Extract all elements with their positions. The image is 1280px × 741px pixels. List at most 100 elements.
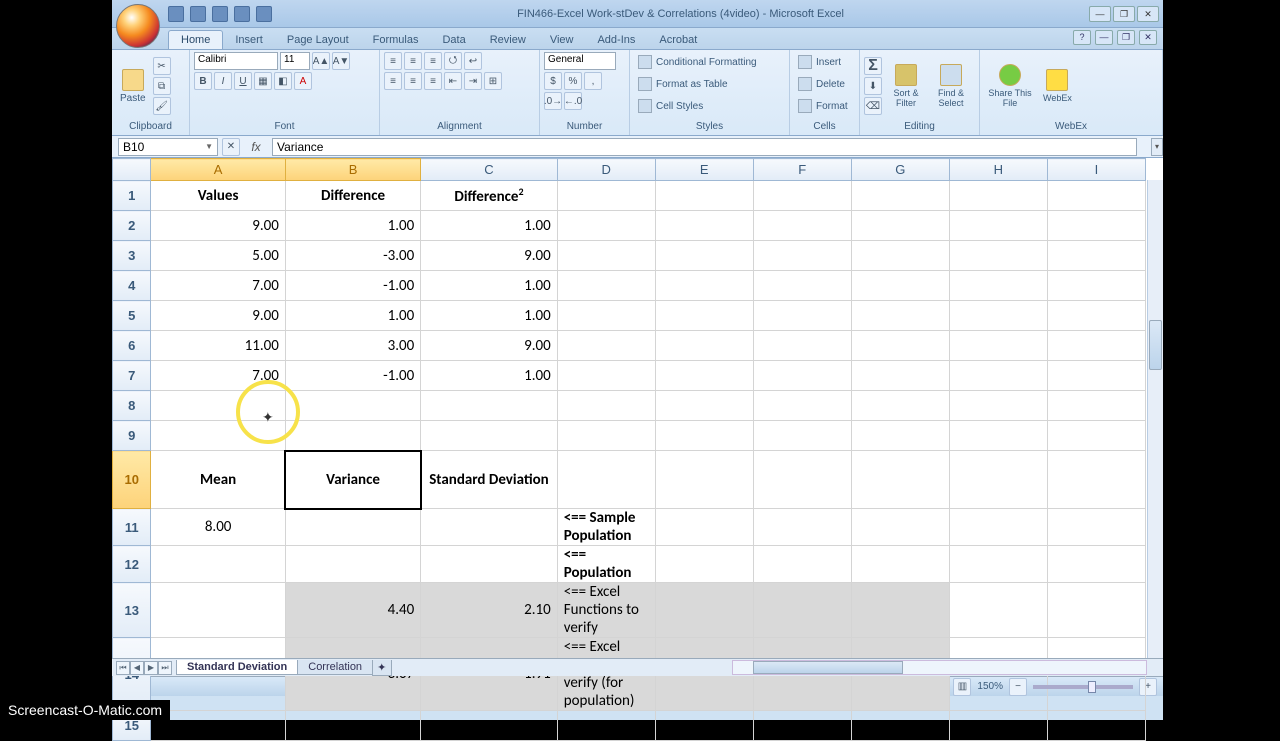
cell-C15[interactable] — [421, 711, 557, 741]
row-header-2[interactable]: 2 — [113, 211, 151, 241]
cell-H6[interactable] — [949, 331, 1047, 361]
grow-font-icon[interactable]: A▲ — [312, 52, 330, 70]
row-header-7[interactable]: 7 — [113, 361, 151, 391]
cell-G8[interactable] — [851, 391, 949, 421]
cell-H8[interactable] — [949, 391, 1047, 421]
cell-D8[interactable] — [557, 391, 655, 421]
delete-cells-button[interactable]: Delete — [794, 74, 849, 94]
save-icon[interactable] — [168, 6, 184, 22]
font-size-select[interactable]: 11 — [280, 52, 310, 70]
cell-F5[interactable] — [753, 301, 851, 331]
cell-B6[interactable]: 3.00 — [285, 331, 420, 361]
cell-F6[interactable] — [753, 331, 851, 361]
tab-formulas[interactable]: Formulas — [361, 31, 431, 49]
cell-H10[interactable] — [949, 451, 1047, 509]
prev-sheet-button[interactable]: ◀ — [130, 661, 144, 675]
number-format-select[interactable]: General — [544, 52, 616, 70]
cell-E12[interactable] — [655, 546, 753, 583]
cell-H5[interactable] — [949, 301, 1047, 331]
cell-D6[interactable] — [557, 331, 655, 361]
cell-A6[interactable]: 11.00 — [151, 331, 285, 361]
cell-F15[interactable] — [753, 711, 851, 741]
cell-D7[interactable] — [557, 361, 655, 391]
cell-C2[interactable]: 1.00 — [421, 211, 557, 241]
cell-C9[interactable] — [421, 421, 557, 451]
cell-C5[interactable]: 1.00 — [421, 301, 557, 331]
cell-G1[interactable] — [851, 181, 949, 211]
cell-B12[interactable] — [285, 546, 420, 583]
row-header-5[interactable]: 5 — [113, 301, 151, 331]
fx-icon[interactable]: fx — [246, 140, 266, 154]
cell-F1[interactable] — [753, 181, 851, 211]
cell-F10[interactable] — [753, 451, 851, 509]
orientation-icon[interactable]: ⭯ — [444, 52, 462, 70]
cell-B1[interactable]: Difference — [285, 181, 420, 211]
cell-A12[interactable] — [151, 546, 285, 583]
cell-E15[interactable] — [655, 711, 753, 741]
cell-B5[interactable]: 1.00 — [285, 301, 420, 331]
close-button[interactable]: ✕ — [1137, 6, 1159, 22]
font-color-button[interactable]: A — [294, 72, 312, 90]
cell-B11[interactable] — [285, 509, 420, 546]
column-header-D[interactable]: D — [557, 159, 655, 181]
tab-data[interactable]: Data — [430, 31, 477, 49]
cell-F11[interactable] — [753, 509, 851, 546]
cell-H4[interactable] — [949, 271, 1047, 301]
cell-F3[interactable] — [753, 241, 851, 271]
find-select-button[interactable]: Find & Select — [930, 62, 972, 110]
cell-B2[interactable]: 1.00 — [285, 211, 420, 241]
cell-E9[interactable] — [655, 421, 753, 451]
first-sheet-button[interactable]: ⏮ — [116, 661, 130, 675]
row-header-3[interactable]: 3 — [113, 241, 151, 271]
cell-F8[interactable] — [753, 391, 851, 421]
sheet-tab-correlation[interactable]: Correlation — [297, 660, 373, 675]
close-workbook-button[interactable]: ✕ — [1139, 30, 1157, 45]
horizontal-scrollbar[interactable] — [732, 660, 1147, 675]
cell-E3[interactable] — [655, 241, 753, 271]
increase-indent-icon[interactable]: ⇥ — [464, 72, 482, 90]
decrease-decimal-icon[interactable]: ←.0 — [564, 92, 582, 110]
conditional-formatting-button[interactable]: Conditional Formatting — [634, 52, 761, 72]
minimize-ribbon-button[interactable]: — — [1095, 30, 1113, 45]
cell-H12[interactable] — [949, 546, 1047, 583]
cell-I15[interactable] — [1047, 711, 1145, 741]
office-button[interactable] — [116, 4, 160, 48]
cell-A5[interactable]: 9.00 — [151, 301, 285, 331]
cell-F7[interactable] — [753, 361, 851, 391]
bold-button[interactable]: B — [194, 72, 212, 90]
cell-I10[interactable] — [1047, 451, 1145, 509]
cell-B8[interactable] — [285, 391, 420, 421]
cut-icon[interactable]: ✂ — [153, 57, 171, 75]
cell-B10[interactable]: Variance — [285, 451, 420, 509]
tab-review[interactable]: Review — [478, 31, 538, 49]
cell-F2[interactable] — [753, 211, 851, 241]
cell-C10[interactable]: Standard Deviation — [421, 451, 557, 509]
cell-G5[interactable] — [851, 301, 949, 331]
cell-I11[interactable] — [1047, 509, 1145, 546]
cell-F12[interactable] — [753, 546, 851, 583]
sort-filter-button[interactable]: Sort & Filter — [885, 62, 927, 110]
cell-D15[interactable] — [557, 711, 655, 741]
webex-button[interactable]: WebEx — [1039, 67, 1076, 105]
cell-D13[interactable]: <== Excel Functions to verify — [557, 583, 655, 638]
align-middle-icon[interactable]: ≡ — [404, 52, 422, 70]
cell-H7[interactable] — [949, 361, 1047, 391]
cell-I7[interactable] — [1047, 361, 1145, 391]
row-header-6[interactable]: 6 — [113, 331, 151, 361]
percent-icon[interactable]: % — [564, 72, 582, 90]
merge-center-button[interactable]: ⊞ — [484, 72, 502, 90]
cell-C11[interactable] — [421, 509, 557, 546]
cell-B4[interactable]: -1.00 — [285, 271, 420, 301]
cell-H11[interactable] — [949, 509, 1047, 546]
cell-D11[interactable]: <== Sample Population — [557, 509, 655, 546]
minimize-button[interactable]: — — [1089, 6, 1111, 22]
fill-color-button[interactable]: ◧ — [274, 72, 292, 90]
cell-D9[interactable] — [557, 421, 655, 451]
cell-D5[interactable] — [557, 301, 655, 331]
sheet-tab-standard-deviation[interactable]: Standard Deviation — [176, 660, 298, 675]
cell-G10[interactable] — [851, 451, 949, 509]
share-file-button[interactable]: Share This File — [984, 62, 1036, 110]
cell-B3[interactable]: -3.00 — [285, 241, 420, 271]
cell-C1[interactable]: Difference2 — [421, 181, 557, 211]
row-header-9[interactable]: 9 — [113, 421, 151, 451]
